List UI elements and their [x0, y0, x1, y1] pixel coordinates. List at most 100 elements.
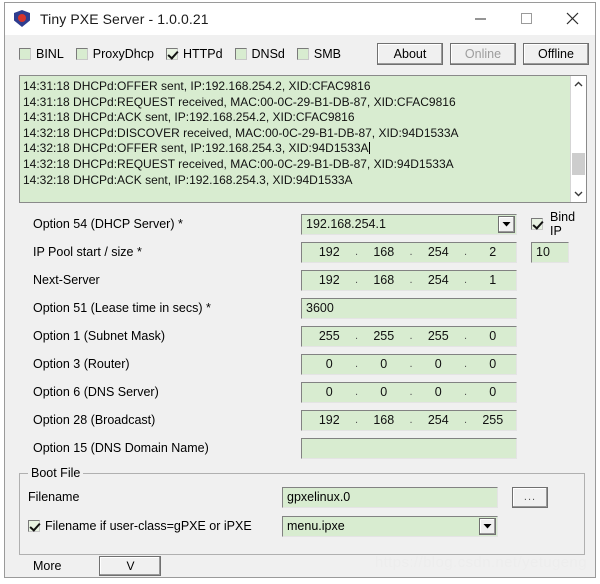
boot-file-group-title: Boot File — [28, 466, 84, 480]
router-input[interactable]: 0. 0. 0. 0 — [301, 353, 517, 375]
more-label: More — [33, 559, 62, 573]
octet-4[interactable]: 1 — [470, 273, 517, 287]
log-line: 14:32:18 DHCPd:REQUEST received, MAC:00-… — [23, 156, 454, 171]
log-line-text: 14:32:18 DHCPd:OFFER sent, IP:192.168.25… — [23, 141, 369, 156]
octet-4[interactable]: 0 — [470, 357, 517, 371]
octet-separator: . — [354, 358, 359, 370]
maximize-button[interactable] — [503, 3, 549, 34]
ip-pool-start-input[interactable]: 192. 168. 254. 2 — [301, 241, 517, 263]
scrollbar-thumb[interactable] — [572, 153, 585, 175]
octet-3[interactable]: 254 — [415, 413, 462, 427]
octet-separator: . — [463, 386, 468, 398]
octet-4[interactable]: 2 — [470, 245, 517, 259]
broadcast-input[interactable]: 192. 168. 254. 255 — [301, 409, 517, 431]
octet-2[interactable]: 168 — [361, 273, 408, 287]
octet-1[interactable]: 0 — [306, 357, 353, 371]
subnet-mask-input[interactable]: 255. 255. 255. 0 — [301, 325, 517, 347]
octet-separator: . — [463, 274, 468, 286]
octet-separator: . — [354, 274, 359, 286]
label-dhcp-server: Option 54 (DHCP Server) * — [33, 217, 183, 231]
octet-1[interactable]: 255 — [306, 329, 353, 343]
octet-2[interactable]: 0 — [361, 385, 408, 399]
checkbox-binl-box[interactable] — [19, 48, 31, 60]
row-gpxe-filename: Filename if user-class=gPXE or iPXE menu… — [28, 515, 576, 537]
offline-button[interactable]: Offline — [523, 43, 589, 65]
checkbox-smb-box[interactable] — [296, 48, 309, 60]
octet-4[interactable]: 255 — [470, 413, 517, 427]
checkbox-proxydhcp[interactable]: ProxyDhcp — [75, 47, 154, 61]
octet-separator: . — [463, 246, 468, 258]
filename-input[interactable]: gpxelinux.0 — [282, 486, 498, 508]
more-expand-button[interactable]: V — [99, 556, 162, 576]
bind-ip-box[interactable] — [531, 218, 543, 230]
dns-server-input[interactable]: 0. 0. 0. 0 — [301, 381, 517, 403]
log-scrollbar[interactable] — [570, 76, 587, 202]
checkbox-dnsd[interactable]: DNSd — [234, 47, 285, 61]
checkbox-gpxe-label: Filename if user-class=gPXE or iPXE — [45, 519, 252, 533]
octet-4[interactable]: 0 — [470, 329, 517, 343]
octet-1[interactable]: 0 — [306, 385, 353, 399]
checkbox-smb[interactable]: SMB — [296, 47, 341, 61]
ip-pool-size-input[interactable]: 10 — [531, 241, 569, 263]
octet-separator: . — [409, 274, 413, 286]
dns-domain-input[interactable] — [301, 437, 517, 459]
octet-1[interactable]: 192 — [306, 245, 353, 259]
checkbox-proxydhcp-box[interactable] — [75, 48, 88, 60]
close-button[interactable] — [549, 3, 595, 34]
octet-4[interactable]: 0 — [470, 385, 517, 399]
checkbox-gpxe-filename[interactable]: Filename if user-class=gPXE or iPXE — [28, 519, 282, 533]
octet-1[interactable]: 192 — [306, 273, 353, 287]
octet-3[interactable]: 254 — [415, 245, 462, 259]
checkbox-binl[interactable]: BINL — [19, 47, 64, 61]
next-server-input[interactable]: 192. 168. 254. 1 — [301, 269, 517, 291]
chevron-down-icon[interactable] — [498, 215, 515, 233]
bind-ip-checkbox[interactable]: Bind IP — [531, 210, 587, 238]
octet-separator: . — [354, 386, 359, 398]
octet-3[interactable]: 0 — [415, 385, 462, 399]
scrollbar-track[interactable] — [571, 93, 586, 185]
row-subnet-mask: Option 1 (Subnet Mask) 255. 255. 255. 0 — [33, 325, 587, 347]
title-bar: Tiny PXE Server - 1.0.0.21 — [5, 3, 595, 35]
log-textarea[interactable]: 14:31:18 DHCPd:OFFER sent, IP:192.168.25… — [20, 76, 570, 202]
log-panel: 14:31:18 DHCPd:OFFER sent, IP:192.168.25… — [19, 75, 587, 203]
browse-button[interactable]: ... — [512, 486, 548, 508]
bind-ip-label: Bind IP — [550, 210, 576, 238]
octet-separator: . — [409, 386, 413, 398]
gpxe-filename-combo[interactable]: menu.ipxe — [282, 515, 498, 537]
octet-2[interactable]: 255 — [361, 329, 408, 343]
row-next-server: Next-Server 192. 168. 254. 1 — [33, 269, 587, 291]
service-checkbox-group: BINL ProxyDhcp HTTPd DNSd SMB — [11, 47, 353, 61]
octet-2[interactable]: 168 — [361, 413, 408, 427]
octet-3[interactable]: 255 — [415, 329, 462, 343]
octet-separator: . — [409, 330, 413, 342]
dhcp-server-combo[interactable]: 192.168.254.1 — [301, 213, 517, 235]
label-filename: Filename — [28, 490, 80, 504]
chevron-down-icon[interactable] — [571, 185, 586, 202]
toolbar-buttons: About Online Offline — [370, 43, 589, 65]
log-line: 14:31:18 DHCPd:REQUEST received, MAC:00-… — [23, 94, 456, 109]
dhcp-options-form: Option 54 (DHCP Server) * 192.168.254.1 … — [5, 210, 595, 465]
log-line: 14:32:18 DHCPd:DISCOVER received, MAC:00… — [23, 125, 459, 140]
octet-3[interactable]: 0 — [415, 357, 462, 371]
chevron-down-icon[interactable] — [479, 517, 496, 535]
window-title: Tiny PXE Server - 1.0.0.21 — [40, 11, 209, 27]
octet-2[interactable]: 0 — [361, 357, 408, 371]
lease-time-input[interactable]: 3600 — [301, 297, 517, 319]
log-line: 14:31:18 DHCPd:OFFER sent, IP:192.168.25… — [23, 79, 371, 93]
about-button[interactable]: About — [377, 43, 443, 65]
row-dhcp-server: Option 54 (DHCP Server) * 192.168.254.1 … — [33, 210, 587, 238]
online-button: Online — [450, 43, 516, 65]
chevron-up-icon[interactable] — [571, 76, 586, 93]
octet-2[interactable]: 168 — [361, 245, 408, 259]
checkbox-dnsd-label: DNSd — [251, 47, 285, 61]
octet-1[interactable]: 192 — [306, 413, 353, 427]
checkbox-httpd-box[interactable] — [165, 48, 178, 60]
label-next-server: Next-Server — [33, 273, 100, 287]
row-dns-domain: Option 15 (DNS Domain Name) — [33, 437, 587, 459]
checkbox-gpxe-box[interactable] — [28, 520, 40, 532]
checkbox-httpd[interactable]: HTTPd — [165, 47, 223, 61]
checkbox-dnsd-box[interactable] — [234, 48, 247, 60]
row-broadcast: Option 28 (Broadcast) 192. 168. 254. 255 — [33, 409, 587, 431]
minimize-button[interactable] — [457, 3, 503, 34]
octet-3[interactable]: 254 — [415, 273, 462, 287]
